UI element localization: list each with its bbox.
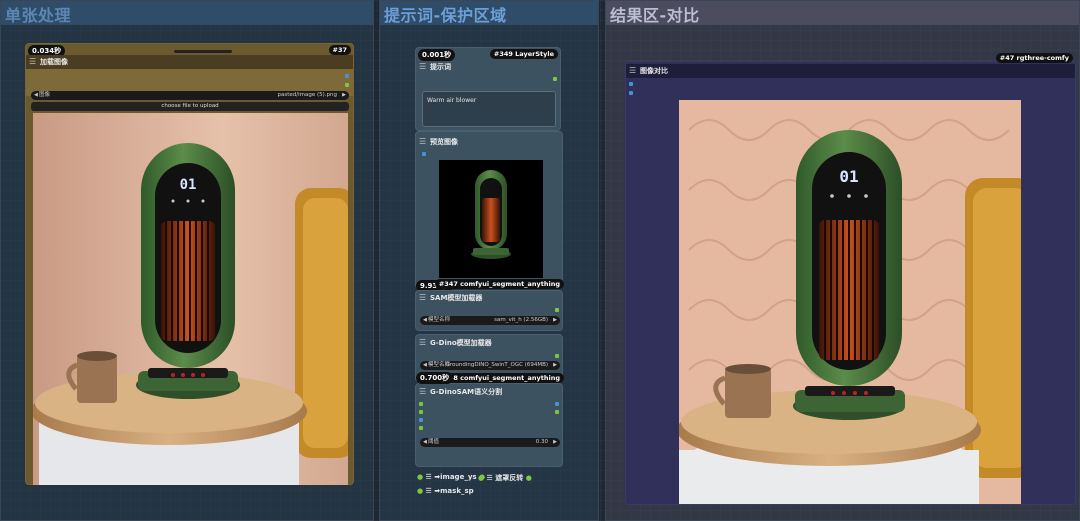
- node-id: #347 comfyui_segment_anything: [434, 279, 564, 289]
- preview-image: [439, 160, 543, 278]
- group-result[interactable]: 结果区-对比 #47 rgthree-comfy ☰ 图像对比 01: [605, 0, 1080, 521]
- output-slot-string[interactable]: [553, 77, 557, 81]
- node-id: #348 comfyui_segment_anything: [434, 373, 564, 383]
- loaded-image: 01: [33, 113, 348, 485]
- upload-button[interactable]: choose file to upload: [31, 102, 349, 111]
- gdinosam-segment-node[interactable]: 0.700秒 ☰ G-DinoSAM语义分割 ◀ 阈值 0.30 ▶: [415, 372, 563, 467]
- node-title-bar[interactable]: ☰ 提示词: [416, 60, 560, 74]
- node-id: #37: [328, 45, 351, 55]
- node-title-bar[interactable]: ☰ 加载图像: [26, 55, 353, 69]
- node-id: #349 LayerStyle: [489, 49, 558, 59]
- output-slot-mask[interactable]: [555, 410, 559, 414]
- node-collapse-bar[interactable]: [174, 50, 232, 53]
- node-title: 图像对比: [640, 67, 668, 75]
- prompt-node[interactable]: 0.001秒 #349 LayerStyle ☰ 提示词 Warm air bl…: [415, 47, 561, 131]
- output-slot-mask[interactable]: [345, 83, 349, 87]
- group-title-result: 结果区-对比: [610, 6, 700, 25]
- input-slot-gdino[interactable]: [419, 410, 423, 414]
- threshold-slider[interactable]: ◀ 阈值 0.30 ▶: [420, 438, 560, 447]
- heater-display: 01: [180, 177, 197, 193]
- menu-icon[interactable]: ☰: [419, 291, 426, 305]
- heater-display: 01: [839, 167, 858, 186]
- group-title-prompt: 提示词-保护区域: [384, 6, 507, 25]
- menu-icon[interactable]: ☰: [419, 60, 426, 74]
- output-slot-gdino[interactable]: [555, 354, 559, 358]
- sam-model-select[interactable]: ◀ 模型名称 sam_vit_h (2.56GB) ▶: [420, 316, 560, 325]
- node-title: 加载图像: [40, 58, 68, 66]
- group-single[interactable]: 单张处理 0.034秒 #37 ☰ 加载图像 ◀ 图像 pasted/image…: [0, 0, 374, 521]
- output-reroute-mask-invert[interactable]: ● ☰ 遮罩反转 ●: [478, 473, 532, 483]
- input-slot-image[interactable]: [419, 418, 423, 422]
- node-title: 提示词: [430, 63, 451, 71]
- group-prompt[interactable]: 提示词-保护区域 0.001秒 #349 LayerStyle ☰ 提示词 Wa…: [379, 0, 599, 521]
- group-title-single: 单张处理: [5, 6, 72, 25]
- sam-loader-node[interactable]: ☰ SAM模型加载器 ◀ 模型名称 sam_vit_h (2.56GB) ▶: [415, 290, 563, 331]
- node-title-bar[interactable]: ☰ SAM模型加载器: [416, 291, 562, 305]
- node-title-bar[interactable]: ☰ G-DinoSAM语义分割: [416, 385, 562, 399]
- input-slot-sam[interactable]: [419, 402, 423, 406]
- node-title: G-DinoSAM语义分割: [430, 388, 503, 396]
- input-slot-image-b[interactable]: [629, 91, 633, 95]
- load-image-node[interactable]: 0.034秒 #37 ☰ 加载图像 ◀ 图像 pasted/image (5).…: [25, 43, 354, 485]
- node-title-bar[interactable]: ☰ 预览图像: [416, 135, 562, 149]
- workflow-canvas[interactable]: 单张处理 0.034秒 #37 ☰ 加载图像 ◀ 图像 pasted/image…: [0, 0, 1080, 521]
- node-title-bar[interactable]: ☰ G-Dino模型加载器: [416, 336, 562, 350]
- menu-icon[interactable]: ☰: [629, 64, 636, 78]
- node-id: #47 rgthree-comfy: [995, 53, 1073, 63]
- output-reroute-image[interactable]: ● ☰ ➡image_ys ●: [417, 473, 485, 481]
- output-slot-image[interactable]: [345, 74, 349, 78]
- input-slot-image[interactable]: [422, 152, 426, 156]
- image-compare-node[interactable]: #47 rgthree-comfy ☰ 图像对比 01: [625, 53, 1076, 505]
- prompt-textarea[interactable]: Warm air blower: [422, 91, 556, 127]
- output-slot-sam[interactable]: [555, 308, 559, 312]
- compare-image[interactable]: 01: [679, 100, 1021, 504]
- menu-icon[interactable]: ☰: [419, 336, 426, 350]
- menu-icon[interactable]: ☰: [29, 55, 36, 69]
- node-title: 预览图像: [430, 138, 458, 146]
- gdino-model-select[interactable]: ◀ 模型名称 GroundingDINO_SwinT_OGC (694MB) ▶: [420, 361, 560, 370]
- node-title: G-Dino模型加载器: [430, 339, 492, 347]
- image-select-widget[interactable]: ◀ 图像 pasted/image (5).png ▶: [31, 91, 349, 100]
- menu-icon[interactable]: ☰: [419, 135, 426, 149]
- node-title: SAM模型加载器: [430, 294, 483, 302]
- menu-icon[interactable]: ☰: [419, 385, 426, 399]
- node-title-bar[interactable]: ☰ 图像对比: [626, 64, 1075, 78]
- output-slot-image[interactable]: [555, 402, 559, 406]
- output-reroute-mask[interactable]: ● ☰ ➡mask_sp: [417, 487, 474, 495]
- input-slot-image-a[interactable]: [629, 82, 633, 86]
- input-slot-prompt[interactable]: [419, 426, 423, 430]
- preview-image-node[interactable]: ☰ 预览图像 9.931秒 #347 comfyui_segment_anyth…: [415, 131, 564, 292]
- node-time: 0.700秒: [416, 372, 454, 384]
